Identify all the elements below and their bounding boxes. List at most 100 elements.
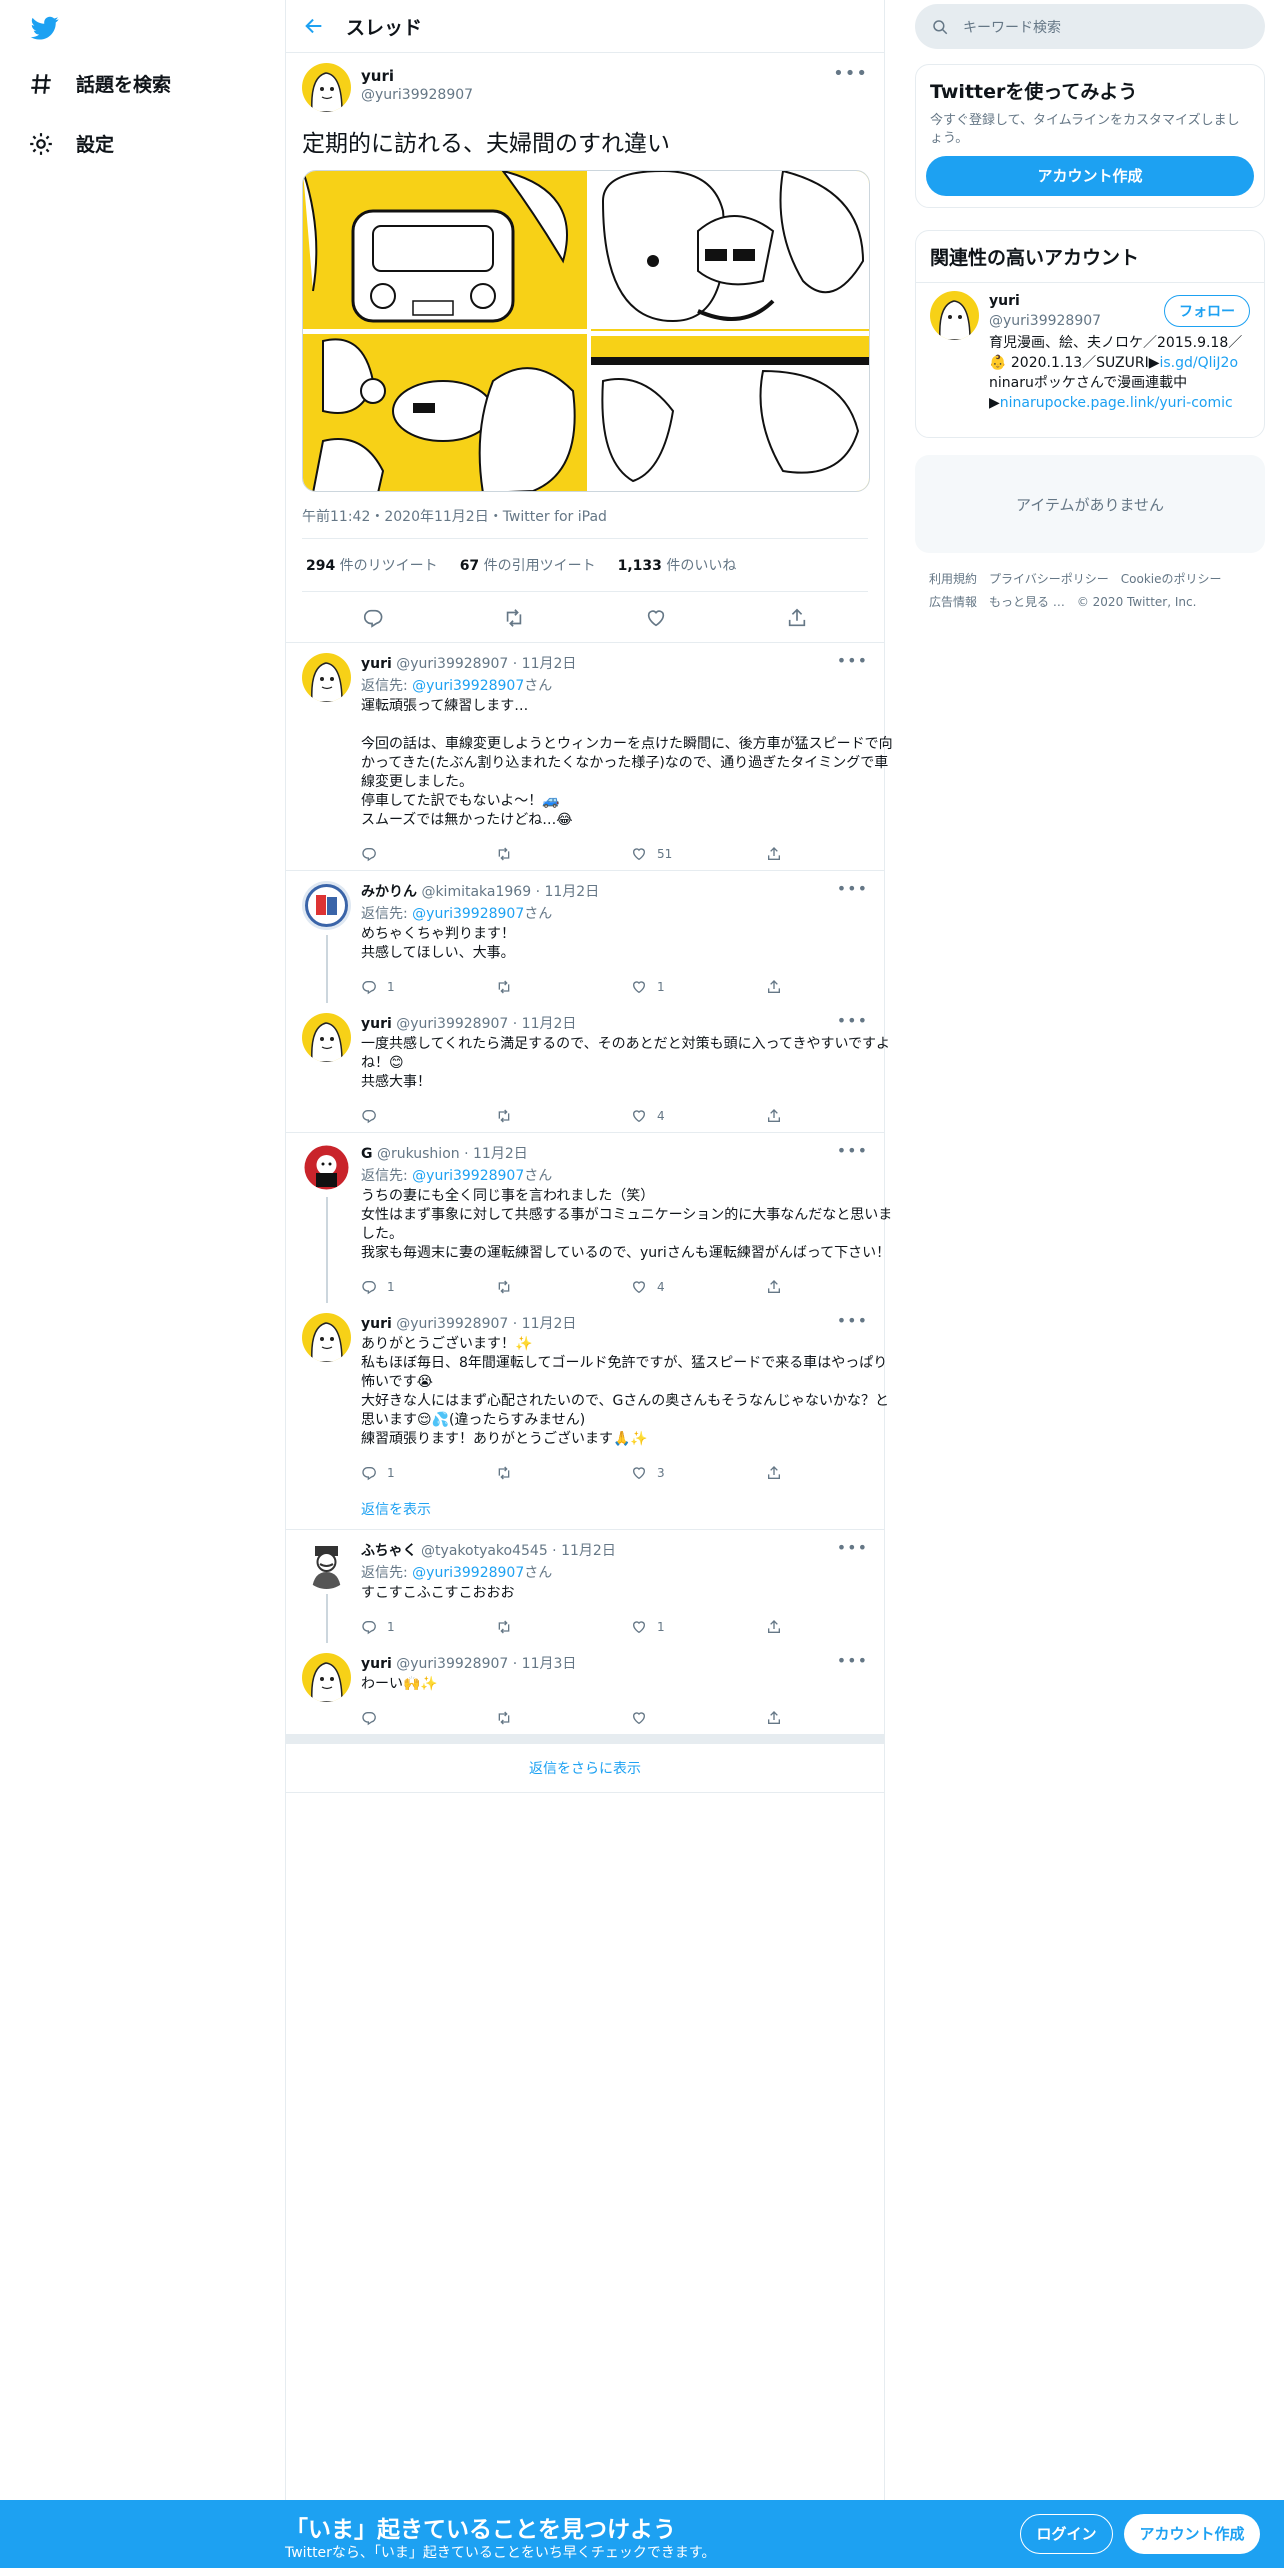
reply-author-handle[interactable]: @yuri39928907 <box>396 656 508 672</box>
reply-date[interactable]: 11月2日 <box>544 884 599 900</box>
more-icon[interactable]: ••• <box>837 1011 868 1030</box>
avatar[interactable] <box>302 1652 351 1702</box>
retweet-button[interactable] <box>496 979 631 995</box>
reply-tweet[interactable]: yuri @yuri39928907 · 11月3日 わーい🙌✨ ••• <box>286 1643 884 1734</box>
like-button[interactable]: 4 <box>631 1279 766 1295</box>
like-button[interactable] <box>631 1710 766 1726</box>
more-icon[interactable]: ••• <box>837 1311 868 1330</box>
reply-tweet[interactable]: yuri @yuri39928907 · 11月2日 ありがとうございます！✨ 私… <box>286 1303 889 1489</box>
avatar[interactable] <box>302 880 351 930</box>
reply-author-name[interactable]: ふちゃく <box>361 1543 417 1559</box>
share-button[interactable] <box>766 1279 901 1295</box>
footer-link[interactable]: もっと見る … <box>989 595 1065 609</box>
more-icon[interactable]: ••• <box>837 651 868 670</box>
retweet-button[interactable] <box>496 1279 631 1295</box>
reply-date[interactable]: 11月3日 <box>522 1656 577 1672</box>
reply-author-handle[interactable]: @tyakotyako4545 <box>421 1543 548 1559</box>
author-handle[interactable]: @yuri39928907 <box>361 87 473 103</box>
avatar[interactable] <box>302 1539 351 1589</box>
reply-date[interactable]: 11月2日 <box>522 656 577 672</box>
reply-author-handle[interactable]: @rukushion <box>377 1146 460 1162</box>
retweet-button[interactable] <box>496 1619 631 1635</box>
reply-author-handle[interactable]: @kimitaka1969 <box>421 884 531 900</box>
author-name[interactable]: yuri <box>361 67 473 85</box>
tweet-media-image[interactable] <box>302 169 870 492</box>
like-button[interactable]: 3 <box>631 1465 766 1481</box>
reply-button[interactable]: 1 <box>361 1279 496 1295</box>
reply-button[interactable]: 1 <box>361 1619 496 1635</box>
avatar[interactable] <box>302 63 351 112</box>
avatar[interactable] <box>302 652 351 702</box>
reply-button[interactable] <box>361 1710 496 1726</box>
retweet-button[interactable] <box>496 1465 631 1481</box>
reply-tweet[interactable]: yuri @yuri39928907 · 11月2日 一度共感してくれたら満足する… <box>286 1003 890 1132</box>
footer-link[interactable]: 利用規約 <box>929 572 977 586</box>
nav-explore[interactable]: 話題を検索 <box>28 70 171 97</box>
bio-link[interactable]: is.gd/QliJ2o <box>1159 355 1238 371</box>
reply-icon[interactable] <box>362 607 384 629</box>
nav-settings[interactable]: 設定 <box>28 130 114 157</box>
share-button[interactable] <box>766 1465 901 1481</box>
like-button[interactable]: 1 <box>631 979 766 995</box>
login-button[interactable]: ログイン <box>1020 2514 1113 2554</box>
reply-date[interactable]: 11月2日 <box>561 1543 616 1559</box>
share-button[interactable] <box>766 846 901 862</box>
more-icon[interactable]: ••• <box>837 1651 868 1670</box>
share-button[interactable] <box>766 1710 901 1726</box>
more-icon[interactable]: ••• <box>837 1538 868 1557</box>
share-button[interactable] <box>766 979 901 995</box>
retweet-icon[interactable] <box>503 607 525 629</box>
more-icon[interactable]: ••• <box>837 1141 868 1160</box>
reply-author-name[interactable]: yuri <box>361 1656 392 1672</box>
more-icon[interactable]: ••• <box>833 63 868 84</box>
retweet-button[interactable] <box>496 1710 631 1726</box>
avatar[interactable] <box>302 1012 351 1062</box>
reply-author-handle[interactable]: @yuri39928907 <box>396 1656 508 1672</box>
avatar[interactable] <box>302 1142 351 1192</box>
reply-button[interactable] <box>361 1108 496 1124</box>
show-replies-link[interactable]: 返信を表示 <box>286 1489 884 1529</box>
reply-button[interactable]: 1 <box>361 979 496 995</box>
tweet-timestamp[interactable]: 午前11:42・2020年11月2日・Twitter for iPad <box>302 506 868 539</box>
reply-to-handle[interactable]: @yuri39928907 <box>412 678 524 694</box>
like-button[interactable]: 4 <box>631 1108 766 1124</box>
footer-link[interactable]: 広告情報 <box>929 595 977 609</box>
create-account-button[interactable]: アカウント作成 <box>926 156 1254 196</box>
retweet-button[interactable] <box>496 1108 631 1124</box>
reply-author-name[interactable]: みかりん <box>361 884 417 900</box>
heart-icon[interactable] <box>645 607 667 629</box>
twitter-logo-icon[interactable] <box>28 14 62 42</box>
reply-tweet[interactable]: G @rukushion · 11月2日 返信先: @yuri39928907さん… <box>286 1133 892 1303</box>
reply-author-handle[interactable]: @yuri39928907 <box>396 1316 508 1332</box>
share-icon[interactable] <box>786 607 808 629</box>
avatar[interactable] <box>930 291 979 340</box>
reply-author-name[interactable]: yuri <box>361 656 392 672</box>
related-account-item[interactable]: yuri @yuri39928907 育児漫画、絵、夫ノロケ／2015.9.18… <box>916 283 1264 427</box>
footer-link[interactable]: プライバシーポリシー <box>989 572 1109 586</box>
like-button[interactable]: 1 <box>631 1619 766 1635</box>
follow-button[interactable]: フォロー <box>1164 295 1250 327</box>
reply-author-handle[interactable]: @yuri39928907 <box>396 1016 508 1032</box>
reply-button[interactable] <box>361 846 496 862</box>
share-button[interactable] <box>766 1619 901 1635</box>
like-button[interactable]: 51 <box>631 846 766 862</box>
more-icon[interactable]: ••• <box>837 879 868 898</box>
reply-date[interactable]: 11月2日 <box>473 1146 528 1162</box>
reply-tweet[interactable]: ふちゃく @tyakotyako4545 · 11月2日 返信先: @yuri39… <box>286 1530 884 1643</box>
retweet-count[interactable]: 294 件のリツイート <box>306 555 438 575</box>
retweet-button[interactable] <box>496 846 631 862</box>
reply-to-handle[interactable]: @yuri39928907 <box>412 906 524 922</box>
show-more-replies-link[interactable]: 返信をさらに表示 <box>286 1744 884 1793</box>
bio-link[interactable]: ninarupocke.page.link/yuri-comic <box>1000 395 1233 411</box>
reply-author-name[interactable]: yuri <box>361 1016 392 1032</box>
signup-button[interactable]: アカウント作成 <box>1124 2514 1260 2554</box>
reply-to-handle[interactable]: @yuri39928907 <box>412 1168 524 1184</box>
footer-link[interactable]: Cookieのポリシー <box>1121 572 1222 586</box>
back-button[interactable] <box>286 15 342 37</box>
reply-tweet[interactable]: みかりん @kimitaka1969 · 11月2日 返信先: @yuri3992… <box>286 871 884 1003</box>
share-button[interactable] <box>766 1108 901 1124</box>
reply-to-handle[interactable]: @yuri39928907 <box>412 1565 524 1581</box>
avatar[interactable] <box>302 1312 351 1362</box>
like-count[interactable]: 1,133 件のいいね <box>618 555 737 575</box>
reply-button[interactable]: 1 <box>361 1465 496 1481</box>
